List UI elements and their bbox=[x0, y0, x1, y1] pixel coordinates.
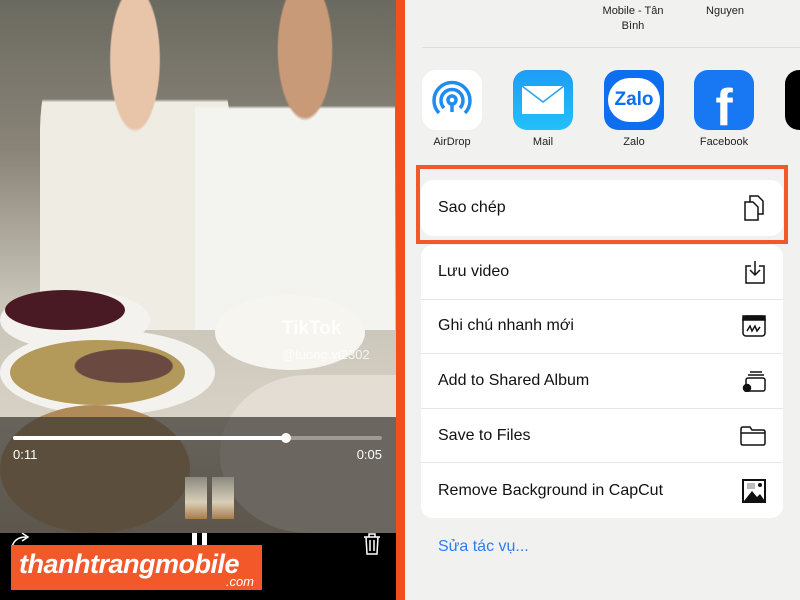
shared-album-icon bbox=[742, 371, 766, 392]
thumbnail[interactable] bbox=[212, 477, 234, 519]
video-player[interactable]: TikTok @tuong.vi2302 0:11 0:05 thanhtran… bbox=[0, 0, 396, 600]
divider bbox=[422, 47, 800, 48]
video-food bbox=[5, 290, 125, 330]
logo-domain: .com bbox=[225, 574, 254, 589]
actions-card: Lưu video Ghi chú nhanh mới Add to Share… bbox=[421, 245, 783, 518]
folder-icon bbox=[740, 425, 766, 446]
edit-actions-link[interactable]: Sửa tác vụ... bbox=[438, 538, 529, 556]
save-download-icon bbox=[745, 260, 765, 284]
app-label: AirDrop bbox=[433, 136, 471, 148]
action-label: Remove Background in CapCut bbox=[438, 481, 664, 499]
tiktok-watermark: TikTok bbox=[282, 318, 342, 339]
contact-label[interactable]: Nguyen bbox=[685, 4, 765, 19]
scrubber[interactable] bbox=[13, 433, 382, 443]
action-quick-note[interactable]: Ghi chú nhanh mới bbox=[421, 300, 783, 355]
tiktok-icon bbox=[785, 70, 800, 130]
thanhtrangmobile-logo: thanhtrangmobile .com bbox=[11, 545, 262, 590]
zalo-icon: Zalo bbox=[604, 70, 664, 130]
app-label: Zalo bbox=[623, 136, 645, 148]
video-person bbox=[195, 0, 395, 330]
thumbnail[interactable] bbox=[185, 477, 207, 519]
share-app-zalo[interactable]: Zalo Zalo bbox=[604, 70, 664, 148]
remaining-time: 0:05 bbox=[356, 447, 382, 462]
share-app-mail[interactable]: Mail bbox=[513, 70, 573, 148]
scrubber-fill bbox=[13, 436, 287, 440]
action-save-to-files[interactable]: Save to Files bbox=[421, 409, 783, 464]
quick-note-icon bbox=[742, 315, 766, 338]
thumbnail-strip[interactable] bbox=[185, 477, 234, 519]
contact-label[interactable]: Mobile - Tân Bình bbox=[593, 4, 673, 34]
share-sheet: Mobile - Tân Bình Nguyen AirDrop Mail Za… bbox=[405, 0, 800, 600]
elapsed-time: 0:11 bbox=[13, 447, 38, 462]
action-remove-background-capcut[interactable]: Remove Background in CapCut bbox=[421, 463, 783, 518]
facebook-icon: f bbox=[694, 70, 754, 134]
app-label: Facebook bbox=[699, 136, 749, 148]
mail-icon bbox=[513, 70, 573, 130]
app-label: Mail bbox=[532, 136, 554, 148]
action-label: Ghi chú nhanh mới bbox=[438, 317, 574, 335]
tiktok-username: @tuong.vi2302 bbox=[282, 347, 370, 362]
logo-text: thanhtrangmobile bbox=[19, 549, 240, 579]
action-save-video[interactable]: Lưu video bbox=[421, 245, 783, 300]
action-label: Add to Shared Album bbox=[438, 371, 590, 389]
share-app-airdrop[interactable]: AirDrop bbox=[422, 70, 482, 148]
scrubber-handle[interactable] bbox=[281, 433, 292, 443]
video-food bbox=[10, 340, 185, 405]
share-app-more[interactable] bbox=[785, 70, 800, 130]
action-shared-album[interactable]: Add to Shared Album bbox=[421, 354, 783, 409]
image-icon bbox=[742, 478, 766, 503]
highlight-box bbox=[416, 165, 788, 244]
action-label: Lưu video bbox=[438, 262, 510, 280]
share-app-facebook[interactable]: f Facebook bbox=[694, 70, 754, 148]
airdrop-icon bbox=[422, 70, 482, 130]
trash-icon[interactable] bbox=[362, 533, 382, 555]
action-label: Save to Files bbox=[438, 426, 531, 444]
